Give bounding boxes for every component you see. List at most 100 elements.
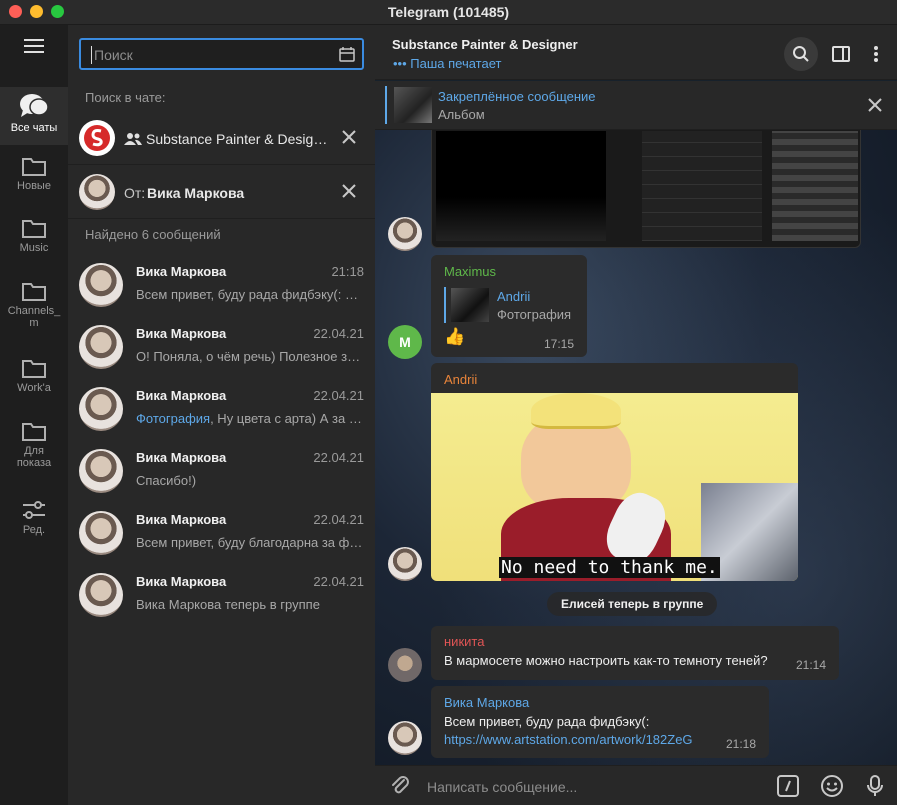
result-date: 22.04.21 <box>313 326 364 341</box>
window-minimize-button[interactable] <box>30 5 43 18</box>
folder-new[interactable]: Новые <box>0 155 68 205</box>
message-time: 21:18 <box>726 737 757 751</box>
folder-icon <box>22 158 46 176</box>
result-snippet: Всем привет, буду рада фидбэку(: https:/… <box>136 287 364 302</box>
result-name: Вика Маркова <box>136 388 227 403</box>
close-icon[interactable] <box>341 183 357 199</box>
message-link[interactable]: https://www.artstation.com/artwork/182Ze… <box>444 732 693 747</box>
search-result[interactable]: Вика Маркова 22.04.21 Спасибо!) <box>68 437 375 499</box>
menu-button[interactable] <box>0 25 68 87</box>
user-avatar <box>388 217 422 251</box>
substance-logo-icon <box>84 125 110 151</box>
close-icon[interactable] <box>867 97 883 113</box>
result-text: , Ну цвета с арта) А за отзыв спасибо <box>210 411 364 426</box>
screenshot-viewport <box>436 131 606 241</box>
result-name: Вика Маркова <box>136 450 227 465</box>
window-maximize-button[interactable] <box>51 5 64 18</box>
folder-icon <box>22 360 46 378</box>
message-composer <box>375 765 897 805</box>
folder-label: Channels_m <box>7 305 61 329</box>
close-icon[interactable] <box>341 129 357 145</box>
window-close-button[interactable] <box>9 5 22 18</box>
from-filter-row[interactable]: От: Вика Маркова <box>68 165 375 219</box>
chats-icon <box>20 94 49 117</box>
reply-text: Фотография <box>497 307 572 322</box>
gif-message[interactable]: Andrii No need to thank me. <box>431 363 798 581</box>
result-snippet: О! Поняла, о чём речь) Полезное замечани… <box>136 349 364 364</box>
message-sender: никита <box>444 634 485 649</box>
folder-edit[interactable]: Ред. <box>0 499 68 549</box>
more-button[interactable] <box>859 37 893 71</box>
result-date: 22.04.21 <box>313 450 364 465</box>
folder-label: Для показа <box>16 445 52 469</box>
bot-commands-icon[interactable] <box>776 774 800 798</box>
group-icon <box>124 133 142 145</box>
result-date: 22.04.21 <box>313 388 364 403</box>
user-avatar <box>79 449 123 493</box>
message-sender: Andrii <box>444 372 478 387</box>
search-in-chat-label: Поиск в чате: <box>85 90 166 105</box>
search-result[interactable]: Вика Маркова 21:18 Всем привет, буду рад… <box>68 251 375 313</box>
chat-filter-row[interactable]: Substance Painter & Desig… <box>68 111 375 165</box>
message-text: В мармосете можно настроить как-то темно… <box>444 653 768 668</box>
pinned-thumbnail <box>394 87 432 123</box>
search-result[interactable]: Вика Маркова 22.04.21 О! Поняла, о чём р… <box>68 313 375 375</box>
chat-search-button[interactable] <box>784 37 818 71</box>
from-name: Вика Маркова <box>147 185 245 201</box>
search-result[interactable]: Вика Маркова 22.04.21 Всем привет, буду … <box>68 499 375 561</box>
image-message[interactable] <box>431 130 861 248</box>
folder-show[interactable]: Для показа <box>0 420 68 482</box>
reply-accent <box>444 287 446 323</box>
sliders-icon <box>23 501 45 519</box>
user-avatar <box>79 263 123 307</box>
user-avatar <box>79 325 123 369</box>
result-name: Вика Маркова <box>136 326 227 341</box>
result-snippet: Фотография, Ну цвета с арта) А за отзыв … <box>136 411 364 426</box>
chat-filter-name: Substance Painter & Desig… <box>146 131 328 147</box>
result-date: 21:18 <box>331 264 364 279</box>
pinned-subtitle: Альбом <box>438 107 485 122</box>
reply-name: Andrii <box>497 289 531 304</box>
message-sender: Вика Маркова <box>444 695 530 710</box>
user-avatar <box>388 648 422 682</box>
folder-music[interactable]: Music <box>0 217 68 267</box>
message-bubble[interactable]: Вика Маркова Всем привет, буду рада фидб… <box>431 686 769 758</box>
screenshot-panel <box>772 131 858 241</box>
folder-work[interactable]: Work'a <box>0 357 68 407</box>
window-title: Telegram (101485) <box>387 4 510 20</box>
user-avatar <box>79 511 123 555</box>
folder-channels[interactable]: Channels_m <box>0 280 68 342</box>
sidebar-icon <box>832 46 850 62</box>
emoji-icon[interactable] <box>820 774 844 798</box>
typing-status: ••• Паша печатает <box>393 56 502 71</box>
chat-avatar <box>79 120 115 156</box>
message-input[interactable] <box>427 778 757 796</box>
pinned-accent <box>385 86 387 124</box>
microphone-icon[interactable] <box>863 774 887 798</box>
search-result[interactable]: Вика Маркова 22.04.21 Вика Маркова тепер… <box>68 561 375 623</box>
message-emoji: 👍 <box>444 327 466 346</box>
message-sender: Maximus <box>444 264 497 279</box>
user-avatar <box>79 387 123 431</box>
search-input[interactable] <box>91 46 326 64</box>
calendar-icon[interactable] <box>339 46 355 62</box>
message-bubble[interactable]: Maximus Andrii Фотография 👍 17:15 <box>431 255 587 357</box>
reply-thumbnail <box>451 288 489 322</box>
result-date: 22.04.21 <box>313 512 364 527</box>
sidebar-toggle-button[interactable] <box>824 37 858 71</box>
screenshot-grid <box>642 131 762 241</box>
message-list[interactable]: M Maximus Andrii Фотография 👍 17:15 Andr… <box>375 130 897 765</box>
folder-icon <box>22 220 46 238</box>
search-panel: Поиск в чате: Substance Painter & Desig…… <box>68 25 375 805</box>
chat-title[interactable]: Substance Painter & Designer <box>392 37 578 52</box>
search-result[interactable]: Вика Маркова 22.04.21 Фотография, Ну цве… <box>68 375 375 437</box>
message-time: 17:15 <box>544 337 575 351</box>
result-name: Вика Маркова <box>136 512 227 527</box>
result-snippet: Вика Маркова теперь в группе <box>136 597 320 612</box>
user-avatar <box>79 174 115 210</box>
search-icon <box>793 46 809 62</box>
message-bubble[interactable]: никита В мармосете можно настроить как-т… <box>431 626 839 680</box>
folder-all-chats[interactable]: Все чаты <box>0 87 68 145</box>
pinned-message-bar[interactable]: Закреплённое сообщение Альбом <box>375 81 897 130</box>
attach-icon[interactable] <box>388 774 412 798</box>
